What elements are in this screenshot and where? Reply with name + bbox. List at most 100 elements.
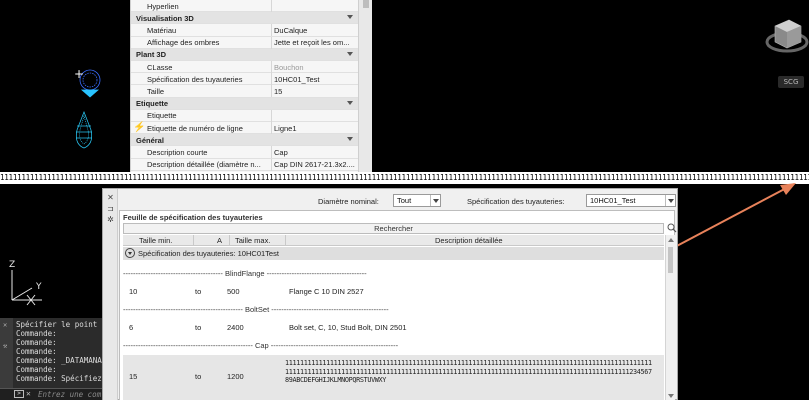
spec-sheet-panel: Feuille de spécification des tuyauteries…	[119, 210, 677, 400]
gear-icon[interactable]: ✲	[106, 215, 115, 224]
property-category[interactable]: Etiquette	[131, 97, 359, 110]
chevron-down-icon	[665, 195, 675, 206]
panel-title: Feuille de spécification des tuyauteries	[123, 213, 263, 222]
scroll-thumb[interactable]	[363, 0, 369, 8]
command-input[interactable]: > ✕ Entrez une com	[0, 388, 102, 400]
row-max: 500	[227, 287, 240, 296]
property-row[interactable]: Hyperlien	[131, 0, 359, 13]
property-value[interactable]: 10HC01_Test	[274, 75, 358, 84]
property-label: Taille	[147, 86, 165, 96]
coordinate-system-badge[interactable]: SCG	[778, 76, 804, 88]
diameter-label: Diamètre nominal:	[318, 197, 379, 206]
row-min: 10	[129, 287, 138, 296]
property-row[interactable]: Description détaillée (diamètre n... Cap …	[131, 158, 359, 171]
property-label: Description courte	[147, 147, 208, 157]
close-icon[interactable]: ✕	[3, 321, 7, 329]
property-value[interactable]: Cap DIN 2617-21.3x2....	[274, 160, 358, 169]
table-scrollbar[interactable]	[665, 235, 675, 400]
property-label: Matériau	[147, 25, 177, 35]
chevron-down-icon[interactable]	[347, 15, 353, 20]
chevron-down-icon	[430, 195, 440, 206]
command-history-line: Commande:	[16, 329, 57, 338]
viewcube[interactable]	[757, 8, 809, 68]
row-description: Bolt set, C, 10, Stud Bolt, DIN 2501	[289, 323, 407, 332]
diameter-value: Tout	[397, 196, 412, 205]
prompt-icon[interactable]: >	[14, 390, 24, 398]
scroll-up-icon[interactable]	[668, 238, 674, 242]
close-icon[interactable]: ✕	[106, 193, 115, 202]
property-label: Hyperlien	[147, 1, 179, 11]
property-row[interactable]: Spécification des tuyauteries 10HC01_Test	[131, 73, 359, 86]
chevron-down-icon[interactable]	[347, 100, 353, 105]
chevron-down-icon[interactable]	[347, 137, 353, 142]
property-row[interactable]: Matériau DuCalque	[131, 24, 359, 37]
category-label: Visualisation 3D	[136, 13, 194, 23]
row-description: Flange C 10 DIN 2527	[289, 287, 364, 296]
command-line: ✕ ⚒ Spécifier le point Commande: Command…	[0, 318, 102, 400]
property-label: Description détaillée (diamètre n...	[147, 160, 261, 170]
command-history-line: Commande:	[16, 365, 57, 374]
column-header-description[interactable]: Description détaillée	[435, 236, 503, 245]
dialog-side-bar: ✕ ⊐ ✲	[103, 189, 118, 400]
property-label: Affichage des ombres	[147, 38, 220, 48]
wrench-icon[interactable]: ⚒	[3, 342, 7, 350]
ucs-icon: Z Y	[9, 260, 42, 306]
collapse-icon[interactable]	[125, 248, 135, 258]
properties-palette: Hyperlien Visualisation 3D Matériau DuCalqu…	[130, 0, 359, 172]
column-header-max[interactable]: Taille max.	[235, 236, 270, 245]
property-row[interactable]: Description courte Cap	[131, 146, 359, 159]
property-value[interactable]: 15	[274, 87, 358, 96]
property-label: CLasse	[147, 62, 173, 72]
command-placeholder: Entrez une com	[38, 390, 102, 399]
spec-label: Spécification des tuyauteries:	[467, 197, 565, 206]
search-icon[interactable]	[667, 223, 677, 233]
spec-value: 10HC01_Test	[590, 196, 636, 205]
table-row[interactable]: 6 to 2400 Bolt set, C, 10, Stud Bolt, DI…	[123, 321, 664, 343]
property-value[interactable]: DuCalque	[274, 26, 358, 35]
drop-symbol	[75, 111, 93, 149]
property-category[interactable]: Visualisation 3D	[131, 12, 359, 25]
pin-icon[interactable]: ⊐	[106, 204, 115, 213]
property-label: Spécification des tuyauteries	[147, 74, 243, 84]
row-to: to	[195, 287, 202, 296]
row-description: 1111111111111111111111111111111111111111…	[285, 359, 652, 385]
property-value[interactable]: Jette et reçoit les om...	[274, 38, 358, 47]
spec-group-label: Spécification des tuyauteries: 10HC01Tes…	[138, 249, 279, 258]
command-history-line: Commande: _DATAMANA	[16, 356, 102, 365]
property-value[interactable]: Ligne1	[274, 124, 358, 133]
spec-group-row[interactable]: Spécification des tuyauteries: 10HC01Tes…	[123, 247, 664, 260]
properties-scrollbar[interactable]	[358, 0, 372, 172]
section-header: ----------------------------------------…	[123, 341, 399, 350]
row-max: 1200	[227, 372, 244, 381]
row-to: to	[195, 372, 202, 381]
table-row[interactable]: 10 to 500 Flange C 10 DIN 2527	[123, 285, 664, 307]
property-value[interactable]: Bouchon	[274, 63, 358, 72]
command-history-line: Commande:	[16, 347, 57, 356]
command-history-line: Commande: Spécifiez	[16, 374, 102, 383]
spec-sheet-dialog: ✕ ⊐ ✲ Diamètre nominal: Tout Spécificati…	[102, 188, 678, 400]
scroll-thumb[interactable]	[668, 247, 673, 273]
property-row[interactable]: Etiquette	[131, 109, 359, 122]
spec-select[interactable]: 10HC01_Test	[586, 194, 676, 207]
column-header-a[interactable]: A	[217, 236, 222, 245]
lightning-icon: ⚡	[133, 122, 146, 133]
plus-icon: +	[74, 67, 84, 81]
cad-symbols: +	[74, 67, 101, 149]
diameter-select[interactable]: Tout	[393, 194, 441, 207]
scroll-down-icon[interactable]	[668, 394, 674, 398]
table-row[interactable]: 15 to 1200 11111111111111111111111111111…	[123, 355, 664, 400]
close-icon[interactable]: ✕	[26, 389, 31, 398]
property-row[interactable]: Taille 15	[131, 85, 359, 98]
property-row[interactable]: Etiquette de numéro de ligne Ligne1 ⚡	[131, 122, 359, 135]
row-min: 15	[129, 372, 138, 381]
property-label: Etiquette de numéro de ligne	[147, 123, 243, 133]
search-button[interactable]: Rechercher	[123, 223, 664, 234]
column-header-min[interactable]: Taille min.	[139, 236, 172, 245]
svg-text:Z: Z	[9, 260, 15, 270]
property-category[interactable]: Général	[131, 134, 359, 147]
property-row[interactable]: Affichage des ombres Jette et reçoit les …	[131, 36, 359, 49]
property-value[interactable]: Cap	[274, 148, 358, 157]
property-row[interactable]: CLasse Bouchon	[131, 61, 359, 74]
chevron-down-icon[interactable]	[347, 51, 353, 56]
property-category[interactable]: Plant 3D	[131, 48, 359, 61]
